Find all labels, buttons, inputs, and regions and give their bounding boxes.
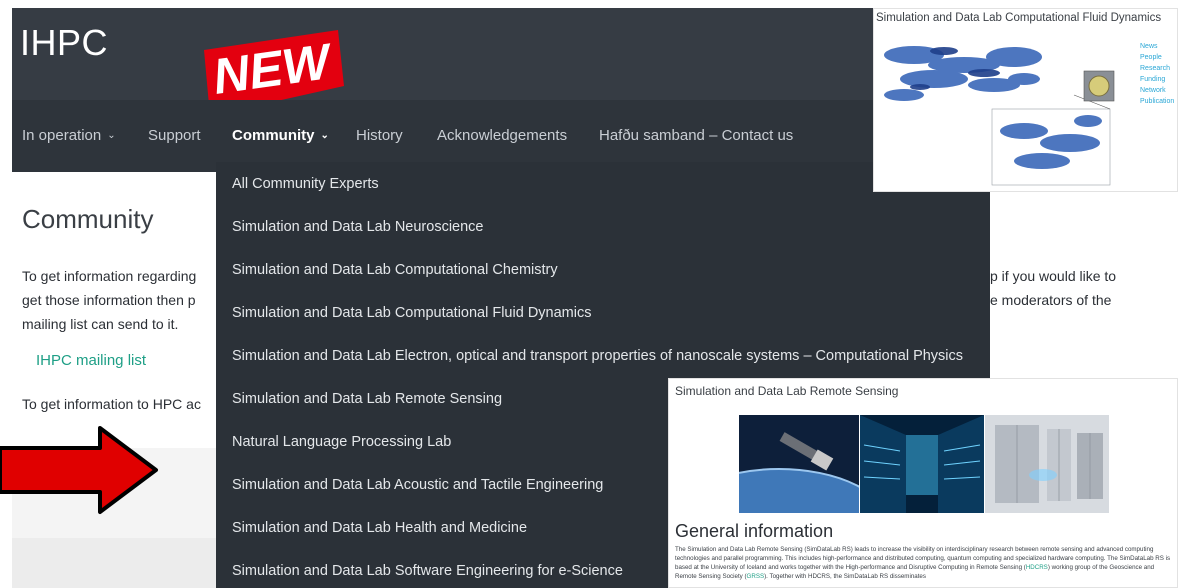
cfd-link-network[interactable]: Network xyxy=(1140,85,1174,96)
cfd-link-people[interactable]: People xyxy=(1140,52,1174,63)
remote-sensing-preview-inset: Simulation and Data Lab Remote Sensing G… xyxy=(668,378,1178,588)
datacenter-image xyxy=(860,415,984,513)
menu-item-software-engineering[interactable]: Simulation and Data Lab Software Enginee… xyxy=(232,563,623,579)
remote-sensing-description: The Simulation and Data Lab Remote Sensi… xyxy=(675,545,1175,581)
mailing-list-link[interactable]: IHPC mailing list xyxy=(36,352,146,369)
general-information-heading: General information xyxy=(675,521,834,541)
site-logo[interactable]: IHPC xyxy=(20,22,108,64)
cfd-link-news[interactable]: News xyxy=(1140,41,1174,52)
menu-item-health-medicine[interactable]: Simulation and Data Lab Health and Medic… xyxy=(232,520,527,536)
content-panel-footer xyxy=(12,538,216,588)
menu-item-acoustic-tactile[interactable]: Simulation and Data Lab Acoustic and Tac… xyxy=(232,477,603,493)
arrow-right-icon xyxy=(0,426,158,514)
page-title: Community xyxy=(22,204,154,234)
menu-item-remote-sensing[interactable]: Simulation and Data Lab Remote Sensing xyxy=(232,391,502,407)
nav-in-operation-label: In operation xyxy=(22,127,102,144)
cfd-side-navigation: News People Research Funding Network Pub… xyxy=(1140,41,1174,107)
menu-item-computational-fluid-dynamics[interactable]: Simulation and Data Lab Computational Fl… xyxy=(232,305,591,321)
intro-text-line-2-end: e moderators of the xyxy=(990,292,1112,308)
nav-community-label: Community xyxy=(232,127,315,144)
menu-item-all-community-experts[interactable]: All Community Experts xyxy=(232,176,379,192)
site-header: IHPC xyxy=(12,8,888,100)
intro-text-line-2: get those information then p xyxy=(22,292,196,308)
cfd-simulation-image xyxy=(874,35,1136,191)
chevron-down-icon: ⌄ xyxy=(107,130,116,141)
nav-in-operation[interactable]: In operation ⌄ xyxy=(22,100,116,172)
grss-link[interactable]: GRSS xyxy=(747,573,765,580)
cfd-link-publication[interactable]: Publication xyxy=(1140,96,1174,107)
remote-sensing-caption: Simulation and Data Lab Remote Sensing xyxy=(675,384,899,398)
satellite-image xyxy=(739,415,859,513)
hpc-info-text: To get information to HPC ac xyxy=(22,396,201,412)
cfd-link-research[interactable]: Research xyxy=(1140,63,1174,74)
menu-item-computational-chemistry[interactable]: Simulation and Data Lab Computational Ch… xyxy=(232,262,558,278)
hdcrs-link[interactable]: HDCRS xyxy=(1026,564,1048,571)
menu-item-neuroscience[interactable]: Simulation and Data Lab Neuroscience xyxy=(232,219,483,235)
nav-support-label: Support xyxy=(148,127,201,144)
menu-item-nlp-lab[interactable]: Natural Language Processing Lab xyxy=(232,434,451,450)
nav-acknowledgements-label: Acknowledgements xyxy=(437,127,568,144)
nav-support[interactable]: Support xyxy=(148,100,201,172)
nav-history-label: History xyxy=(356,127,403,144)
description-part-3: ). Together with HDCRS, the SimDataLab R… xyxy=(764,573,926,580)
new-badge-label: NEW xyxy=(210,33,337,105)
chevron-down-icon: ⌄ xyxy=(320,130,329,141)
cfd-link-funding[interactable]: Funding xyxy=(1140,74,1174,85)
menu-item-computational-physics[interactable]: Simulation and Data Lab Electron, optica… xyxy=(232,348,963,364)
cfd-preview-inset: Simulation and Data Lab Computational Fl… xyxy=(873,8,1178,192)
cfd-preview-caption: Simulation and Data Lab Computational Fl… xyxy=(876,12,1162,24)
intro-text-line-1-end: p if you would like to xyxy=(990,268,1117,284)
supercomputer-image xyxy=(985,415,1109,513)
intro-text-line-1: To get information regarding xyxy=(22,268,197,284)
intro-text-line-3: mailing list can send to it. xyxy=(22,316,179,332)
nav-contact-label: Hafðu samband – Contact us xyxy=(599,127,794,144)
